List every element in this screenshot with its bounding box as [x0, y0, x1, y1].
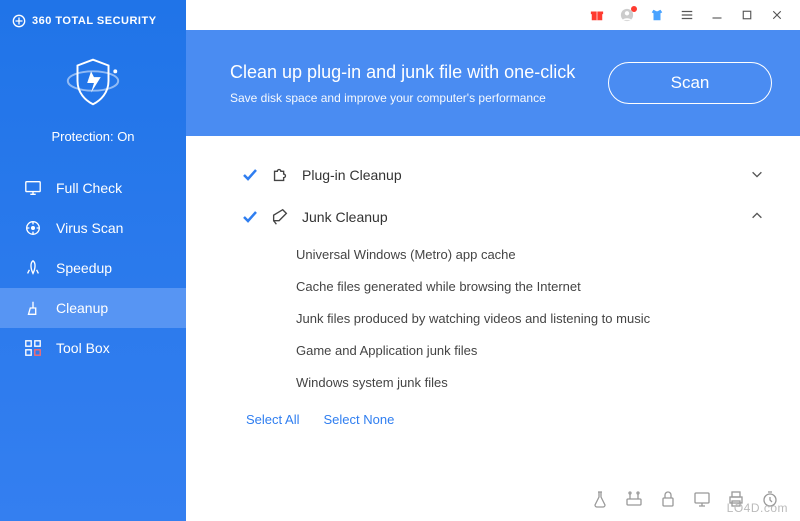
printer-icon[interactable] — [726, 489, 746, 509]
sidebar-item-label: Virus Scan — [56, 220, 123, 236]
section-label: Plug-in Cleanup — [302, 167, 402, 183]
logo-icon — [12, 14, 26, 28]
menu-icon[interactable] — [680, 8, 694, 22]
list-item[interactable]: Universal Windows (Metro) app cache — [296, 238, 764, 270]
main-area: Clean up plug-in and junk file with one-… — [186, 0, 800, 521]
list-item[interactable]: Cache files generated while browsing the… — [296, 270, 764, 302]
clock-icon[interactable] — [760, 489, 780, 509]
chevron-up-icon[interactable] — [750, 209, 764, 226]
section-label: Junk Cleanup — [302, 209, 388, 225]
banner-subtitle: Save disk space and improve your compute… — [230, 91, 608, 105]
sidebar-item-speedup[interactable]: Speedup — [0, 248, 186, 288]
checkbox-icon[interactable] — [242, 167, 258, 183]
lock-icon[interactable] — [658, 489, 678, 509]
user-icon[interactable] — [620, 8, 634, 22]
banner-title: Clean up plug-in and junk file with one-… — [230, 62, 608, 83]
sidebar-item-virus-scan[interactable]: Virus Scan — [0, 208, 186, 248]
monitor-icon — [24, 179, 42, 197]
sidebar-item-full-check[interactable]: Full Check — [0, 168, 186, 208]
selection-actions: Select All Select None — [242, 412, 764, 427]
broom-icon — [24, 299, 42, 317]
display-icon[interactable] — [692, 489, 712, 509]
notification-dot-icon — [631, 6, 637, 12]
app-name: 360 TOTAL SECURITY — [32, 15, 157, 27]
sidebar: 360 TOTAL SECURITY Protection: On Full C… — [0, 0, 186, 521]
section-plugin-cleanup[interactable]: Plug-in Cleanup — [242, 154, 764, 196]
protection-label: Protection: On — [51, 129, 134, 144]
sidebar-item-label: Speedup — [56, 260, 112, 276]
maximize-icon[interactable] — [740, 8, 754, 22]
grid-icon — [24, 339, 42, 357]
section-junk-cleanup[interactable]: Junk Cleanup — [242, 196, 764, 238]
router-icon[interactable] — [624, 489, 644, 509]
shield-icon — [62, 50, 124, 117]
bottom-toolbar — [590, 489, 780, 509]
sidebar-item-label: Cleanup — [56, 300, 108, 316]
protection-status[interactable]: Protection: On — [0, 32, 186, 162]
header-banner: Clean up plug-in and junk file with one-… — [186, 30, 800, 136]
content-area: Plug-in Cleanup Junk Cleanup Universal — [186, 136, 800, 521]
minimize-icon[interactable] — [710, 8, 724, 22]
titlebar — [186, 0, 800, 30]
brush-icon — [270, 207, 290, 227]
sidebar-item-toolbox[interactable]: Tool Box — [0, 328, 186, 368]
junk-items-list: Universal Windows (Metro) app cache Cach… — [296, 238, 764, 398]
target-icon — [24, 219, 42, 237]
list-item[interactable]: Windows system junk files — [296, 366, 764, 398]
tshirt-icon[interactable] — [650, 8, 664, 22]
app-logo: 360 TOTAL SECURITY — [0, 0, 186, 32]
puzzle-icon — [270, 165, 290, 185]
close-icon[interactable] — [770, 8, 784, 22]
sidebar-nav: Full Check Virus Scan Speedup Cleanup — [0, 168, 186, 368]
list-item[interactable]: Junk files produced by watching videos a… — [296, 302, 764, 334]
checkbox-icon[interactable] — [242, 209, 258, 225]
sidebar-item-label: Tool Box — [56, 340, 110, 356]
rocket-icon — [24, 259, 42, 277]
select-none-link[interactable]: Select None — [323, 412, 394, 427]
select-all-link[interactable]: Select All — [246, 412, 299, 427]
sidebar-item-label: Full Check — [56, 180, 122, 196]
chevron-down-icon[interactable] — [750, 167, 764, 184]
list-item[interactable]: Game and Application junk files — [296, 334, 764, 366]
flask-icon[interactable] — [590, 489, 610, 509]
gift-icon[interactable] — [590, 8, 604, 22]
sidebar-item-cleanup[interactable]: Cleanup — [0, 288, 186, 328]
scan-button[interactable]: Scan — [608, 62, 772, 104]
